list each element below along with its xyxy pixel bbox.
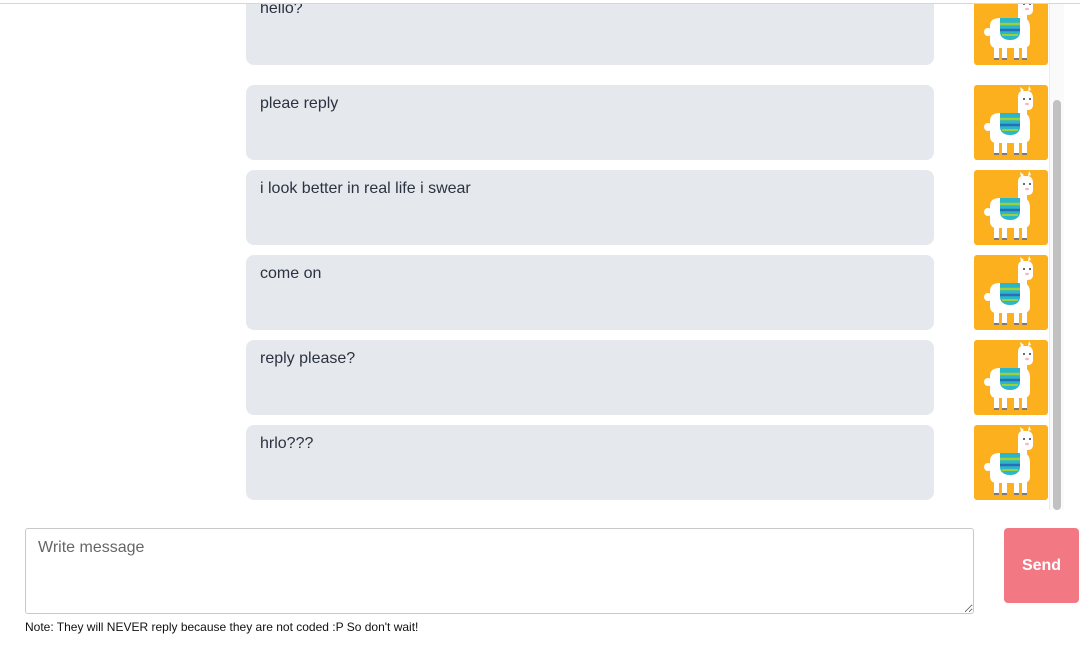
message-text: come on [260,265,322,282]
message-bubble: hrlo??? [246,425,934,500]
llama-avatar-icon [974,4,1048,65]
message-bubble: hello? [246,4,934,65]
message-text: hello? [260,4,303,17]
message-bubble: pleae reply [246,85,934,160]
message-input[interactable] [25,528,974,614]
message-row: hrlo??? [246,425,1050,500]
message-bubble: come on [246,255,934,330]
message-list[interactable]: hello? pleae reply i look better in real… [0,4,1064,510]
llama-avatar-icon [974,255,1048,330]
message-text: i look better in real life i swear [260,180,471,197]
llama-avatar-icon [974,170,1048,245]
scrollbar-thumb[interactable] [1053,100,1061,510]
send-button[interactable]: Send [1004,528,1079,603]
message-text: hrlo??? [260,435,314,452]
llama-avatar-icon [974,425,1048,500]
message-row: come on [246,255,1050,330]
message-row: hello? [246,4,1050,65]
message-bubble: reply please? [246,340,934,415]
llama-avatar-icon [974,340,1048,415]
message-bubble: i look better in real life i swear [246,170,934,245]
footer-note: Note: They will NEVER reply because they… [25,620,419,634]
message-text: pleae reply [260,95,339,112]
message-row: pleae reply [246,85,1050,160]
message-row: i look better in real life i swear [246,170,1050,245]
llama-avatar-icon [974,85,1048,160]
message-text: reply please? [260,350,356,367]
message-row: reply please? [246,340,1050,415]
